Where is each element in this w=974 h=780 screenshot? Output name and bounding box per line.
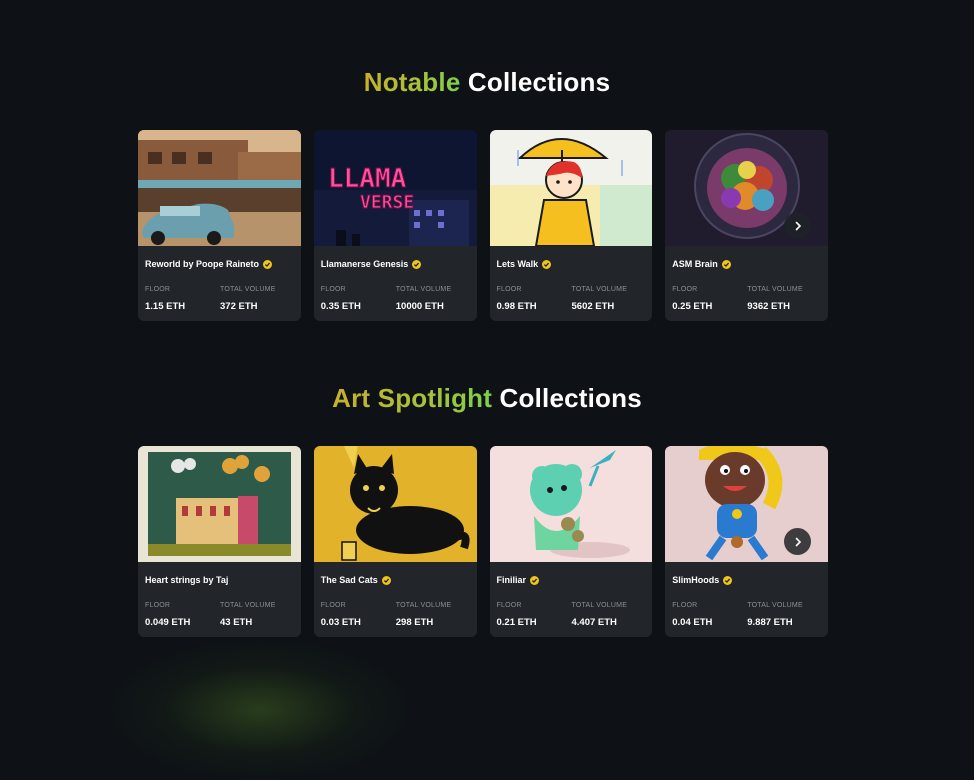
verified-badge-icon xyxy=(263,259,273,269)
collection-card[interactable]: ASM Brain FLOOR TOTAL VOLUME 0.25 ETH 93… xyxy=(665,130,828,321)
collection-name: Llamanerse Genesis xyxy=(320,259,409,269)
total-volume-label: TOTAL VOLUME xyxy=(220,602,276,609)
total-volume-label: TOTAL VOLUME xyxy=(395,286,452,293)
collection-image xyxy=(138,130,301,246)
collection-card[interactable]: LLAMA VERSE Llamanerse Genesis FLOOR TOT… xyxy=(313,130,477,321)
collection-card[interactable]: The Sad Cats FLOOR TOTAL VOLUME 0.03 ETH… xyxy=(313,446,477,637)
collection-name: Heart strings by Taj xyxy=(145,575,229,585)
total-volume-label: TOTAL VOLUME xyxy=(747,602,803,609)
floor-label: FLOOR xyxy=(320,602,346,609)
floor-label: FLOOR xyxy=(672,286,698,293)
svg-text:LLAMA: LLAMA xyxy=(328,164,407,194)
section-title-highlight: Notable xyxy=(363,67,461,97)
floor-label: FLOOR xyxy=(145,602,171,609)
collection-name: ASM Brain xyxy=(672,259,718,269)
total-volume-label: TOTAL VOLUME xyxy=(571,286,628,293)
verified-badge-icon xyxy=(412,259,422,269)
collection-card[interactable]: Reworld by Poope Raineto FLOOR TOTAL VOL… xyxy=(138,130,301,321)
total-volume-label: TOTAL VOLUME xyxy=(395,602,452,609)
total-volume-label: TOTAL VOLUME xyxy=(220,286,276,293)
section-title-rest: Collections xyxy=(467,67,611,97)
floor-value: 1.15 ETH xyxy=(145,301,186,312)
floor-value: 0.049 ETH xyxy=(145,617,191,628)
verified-badge-icon xyxy=(381,575,391,585)
floor-value: 0.04 ETH xyxy=(672,617,713,628)
notable-collections-row: Reworld by Poope Raineto FLOOR TOTAL VOL… xyxy=(138,130,828,321)
total-volume-value: 4.407 ETH xyxy=(571,617,617,628)
collection-card[interactable]: SlimHoods FLOOR TOTAL VOLUME 0.04 ETH 9.… xyxy=(665,446,828,637)
collection-name-row: The Sad Cats xyxy=(321,575,391,585)
collection-card[interactable]: Heart strings by Taj FLOOR TOTAL VOLUME … xyxy=(138,446,301,637)
verified-badge-icon xyxy=(721,259,731,269)
collection-image xyxy=(489,446,653,562)
floor-value: 0.25 ETH xyxy=(672,301,713,312)
total-volume-value: 298 ETH xyxy=(395,617,434,628)
total-volume-value: 9362 ETH xyxy=(747,301,791,312)
svg-text:VERSE: VERSE xyxy=(360,192,414,213)
collection-name-row: Lets Walk xyxy=(497,259,552,269)
total-volume-value: 5602 ETH xyxy=(571,301,615,312)
floor-value: 0.35 ETH xyxy=(320,301,361,312)
notable-collections-title: Notable Collections xyxy=(0,67,974,98)
collection-name: SlimHoods xyxy=(672,575,720,585)
collection-card[interactable]: Finiliar FLOOR TOTAL VOLUME 0.21 ETH 4.4… xyxy=(489,446,653,637)
section-title-rest: Collections xyxy=(499,383,642,413)
collection-name-row: Heart strings by Taj xyxy=(145,575,228,585)
verified-badge-icon xyxy=(723,575,733,585)
floor-label: FLOOR xyxy=(145,286,171,293)
floor-label: FLOOR xyxy=(672,602,698,609)
floor-value: 0.21 ETH xyxy=(496,617,537,628)
verified-badge-icon xyxy=(530,575,540,585)
collection-card[interactable]: Lets Walk FLOOR TOTAL VOLUME 0.98 ETH 56… xyxy=(489,130,653,321)
total-volume-value: 10000 ETH xyxy=(395,301,444,312)
chevron-right-icon xyxy=(795,537,801,546)
total-volume-label: TOTAL VOLUME xyxy=(747,286,803,293)
collection-image xyxy=(489,130,653,246)
collection-name-row: Finiliar xyxy=(497,575,540,585)
section-title-highlight: Art Spotlight xyxy=(332,383,493,413)
floor-label: FLOOR xyxy=(496,602,522,609)
floor-label: FLOOR xyxy=(496,286,522,293)
total-volume-value: 9.887 ETH xyxy=(747,617,793,628)
art-spotlight-collections-title: Art Spotlight Collections xyxy=(0,383,974,414)
floor-value: 0.03 ETH xyxy=(320,617,361,628)
collection-name: Lets Walk xyxy=(496,259,539,269)
total-volume-value: 372 ETH xyxy=(220,301,258,312)
collection-name-row: Llamanerse Genesis xyxy=(321,259,422,269)
art-spotlight-collections-row: Heart strings by Taj FLOOR TOTAL VOLUME … xyxy=(138,446,828,637)
chevron-right-icon xyxy=(795,221,801,230)
background-glow xyxy=(110,640,410,780)
collection-image xyxy=(138,446,301,562)
total-volume-value: 43 ETH xyxy=(220,617,253,628)
collection-name: Finiliar xyxy=(496,575,527,585)
collection-name: The Sad Cats xyxy=(320,575,378,585)
floor-value: 0.98 ETH xyxy=(496,301,537,312)
collection-image xyxy=(313,446,477,562)
collection-image: LLAMA VERSE xyxy=(313,130,477,246)
collection-name-row: SlimHoods xyxy=(672,575,733,585)
verified-badge-icon xyxy=(542,259,552,269)
collection-name-row: Reworld by Poope Raineto xyxy=(145,259,273,269)
total-volume-label: TOTAL VOLUME xyxy=(571,602,628,609)
collection-name: Reworld by Poope Raineto xyxy=(145,259,260,269)
floor-label: FLOOR xyxy=(320,286,346,293)
collection-name-row: ASM Brain xyxy=(672,259,731,269)
